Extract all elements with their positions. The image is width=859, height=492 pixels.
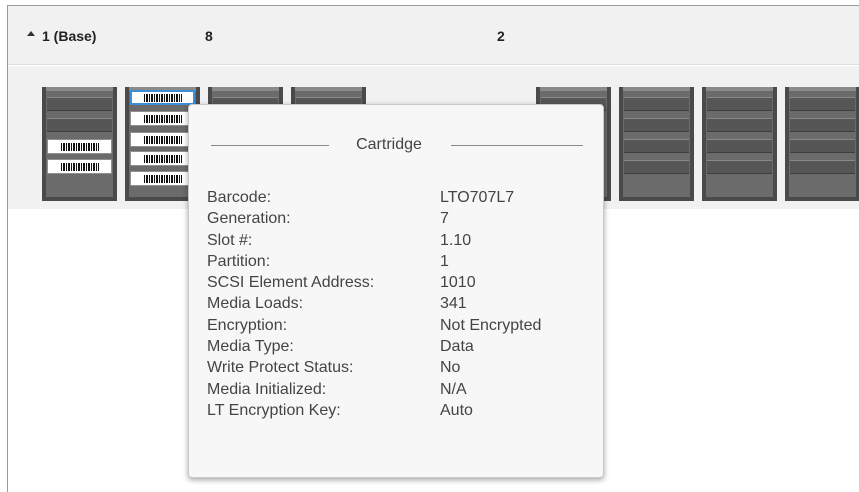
cartridge-slot-selected[interactable] xyxy=(130,90,195,105)
detail-label: Barcode: xyxy=(207,189,272,206)
detail-value: 1010 xyxy=(440,274,476,292)
detail-value: No xyxy=(440,359,461,377)
detail-label: Slot #: xyxy=(207,231,253,249)
empty-slot[interactable] xyxy=(624,118,689,132)
barcode-icon xyxy=(60,142,99,151)
detail-label: Generation: xyxy=(207,210,291,228)
empty-slot[interactable] xyxy=(47,118,112,132)
detail-label: SCSI Element Address: xyxy=(207,274,375,292)
divider xyxy=(211,145,329,146)
detail-label: Media Loads: xyxy=(207,295,304,313)
frame-slot-count: 8 xyxy=(205,28,213,44)
empty-slot[interactable] xyxy=(47,97,112,111)
barcode-icon xyxy=(60,162,99,171)
frame-title: 1 (Base) xyxy=(42,28,97,44)
tooltip-title: Cartridge xyxy=(356,136,422,153)
cartridge-slot[interactable] xyxy=(130,151,195,166)
cartridge-tooltip: Cartridge Barcode: LTO707L7 Generation: … xyxy=(188,104,604,478)
barcode-icon xyxy=(143,114,182,123)
frame-drive-count: 2 xyxy=(497,28,505,44)
detail-label: Partition: xyxy=(207,252,271,270)
magazine[interactable] xyxy=(702,87,777,201)
collapse-arrow-up-icon[interactable] xyxy=(27,31,35,36)
detail-value: 1.10 xyxy=(440,231,472,249)
empty-slot[interactable] xyxy=(790,160,855,174)
divider xyxy=(451,145,583,146)
magazine[interactable] xyxy=(619,87,694,201)
empty-slot[interactable] xyxy=(624,97,689,111)
empty-slot[interactable] xyxy=(707,160,772,174)
cartridge-slot[interactable] xyxy=(130,171,195,186)
empty-slot[interactable] xyxy=(624,139,689,153)
empty-slot[interactable] xyxy=(790,97,855,111)
empty-slot[interactable] xyxy=(790,139,855,153)
barcode-icon xyxy=(143,174,182,183)
cartridge-slot[interactable] xyxy=(47,159,112,174)
detail-value: Data xyxy=(440,338,474,356)
magazine[interactable] xyxy=(785,87,859,201)
detail-value: Not Encrypted xyxy=(440,316,542,334)
barcode-icon xyxy=(143,135,182,144)
empty-slot[interactable] xyxy=(707,139,772,153)
detail-label: Write Protect Status: xyxy=(207,359,354,377)
empty-slot[interactable] xyxy=(707,118,772,132)
detail-value: Auto xyxy=(440,401,473,419)
empty-slot[interactable] xyxy=(790,118,855,132)
detail-value: LTO707L7 xyxy=(440,189,515,206)
empty-slot[interactable] xyxy=(707,97,772,111)
cartridge-slot[interactable] xyxy=(47,139,112,154)
barcode-icon xyxy=(143,154,182,163)
detail-label: LT Encryption Key: xyxy=(207,401,341,419)
detail-value: 1 xyxy=(440,252,449,270)
barcode-icon xyxy=(143,93,182,102)
detail-label: Media Type: xyxy=(207,338,294,356)
cartridge-slot[interactable] xyxy=(130,132,195,147)
cartridge-slot[interactable] xyxy=(130,111,195,126)
detail-label: Encryption: xyxy=(207,316,288,334)
detail-value: N/A xyxy=(440,380,467,398)
empty-slot[interactable] xyxy=(624,160,689,174)
detail-value: 341 xyxy=(440,295,467,313)
magazine[interactable] xyxy=(42,87,117,201)
detail-value: 7 xyxy=(440,210,449,228)
frame-header[interactable]: 1 (Base) 8 2 xyxy=(8,6,859,65)
detail-label: Media Initialized: xyxy=(207,380,327,398)
tooltip-header: Cartridge xyxy=(211,135,583,155)
